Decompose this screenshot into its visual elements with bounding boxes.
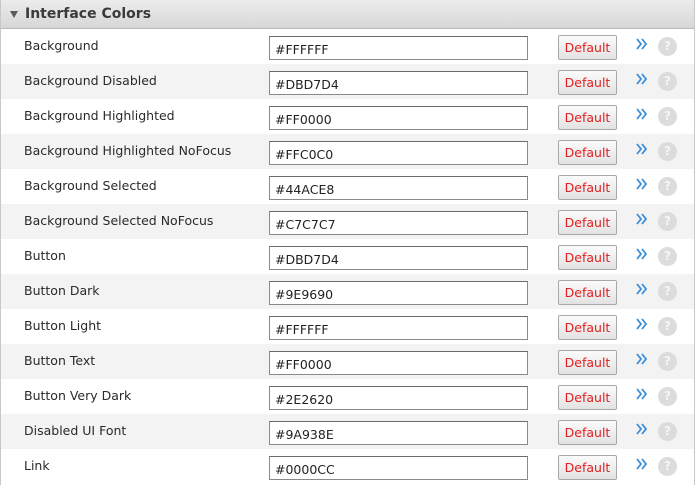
collapse-triangle-icon[interactable] xyxy=(10,10,18,18)
double-chevron-right-icon[interactable] xyxy=(635,387,649,401)
color-setting-row: Button Very Dark Default? xyxy=(1,379,694,414)
setting-label: Background Selected NoFocus xyxy=(24,213,214,228)
setting-label: Button Text xyxy=(24,353,96,368)
section-title: Interface Colors xyxy=(25,6,152,22)
double-chevron-right-icon[interactable] xyxy=(635,282,649,296)
color-setting-row: Button Dark Default? xyxy=(1,274,694,309)
setting-label: Background Highlighted NoFocus xyxy=(24,143,232,158)
double-chevron-right-icon[interactable] xyxy=(635,352,649,366)
question-mark-icon[interactable]: ? xyxy=(658,387,677,406)
default-button[interactable]: Default xyxy=(558,140,617,165)
question-mark-icon[interactable]: ? xyxy=(658,142,677,161)
question-mark-icon[interactable]: ? xyxy=(658,282,677,301)
color-settings-list: Background Default? Background Disabled Def… xyxy=(1,29,694,484)
color-value-input[interactable] xyxy=(269,141,528,165)
double-chevron-right-icon[interactable] xyxy=(635,317,649,331)
default-button[interactable]: Default xyxy=(558,315,617,340)
color-setting-row: Background Selected Default? xyxy=(1,169,694,204)
question-mark-icon[interactable]: ? xyxy=(658,247,677,266)
question-mark-icon[interactable]: ? xyxy=(658,317,677,336)
color-value-input[interactable] xyxy=(269,106,528,130)
interface-colors-panel: Interface Colors BackgroundDefault?Backg… xyxy=(0,0,695,485)
color-setting-row: Background Default? xyxy=(1,29,694,64)
color-value-input[interactable] xyxy=(269,211,528,235)
color-value-input[interactable] xyxy=(269,36,528,60)
color-value-input[interactable] xyxy=(269,176,528,200)
double-chevron-right-icon[interactable] xyxy=(635,212,649,226)
color-setting-row: Disabled UI Font Default? xyxy=(1,414,694,449)
setting-label: Button Very Dark xyxy=(24,388,132,403)
setting-label: Button xyxy=(24,248,66,263)
default-button[interactable]: Default xyxy=(558,385,617,410)
setting-label: Background xyxy=(24,38,99,53)
color-value-input[interactable] xyxy=(269,316,528,340)
default-button[interactable]: Default xyxy=(558,70,617,95)
setting-label: Background Disabled xyxy=(24,73,157,88)
default-button[interactable]: Default xyxy=(558,210,617,235)
setting-label: Button Dark xyxy=(24,283,100,298)
default-button[interactable]: Default xyxy=(558,175,617,200)
question-mark-icon[interactable]: ? xyxy=(658,352,677,371)
question-mark-icon[interactable]: ? xyxy=(658,37,677,56)
setting-label: Disabled UI Font xyxy=(24,423,127,438)
question-mark-icon[interactable]: ? xyxy=(658,422,677,441)
color-value-input[interactable] xyxy=(269,351,528,375)
color-setting-row: Button Light Default? xyxy=(1,309,694,344)
color-value-input[interactable] xyxy=(269,281,528,305)
double-chevron-right-icon[interactable] xyxy=(635,177,649,191)
default-button[interactable]: Default xyxy=(558,245,617,270)
color-setting-row: Link Default? xyxy=(1,449,694,484)
setting-label: Background Selected xyxy=(24,178,157,193)
double-chevron-right-icon[interactable] xyxy=(635,457,649,471)
double-chevron-right-icon[interactable] xyxy=(635,422,649,436)
color-value-input[interactable] xyxy=(269,246,528,270)
default-button[interactable]: Default xyxy=(558,35,617,60)
setting-label: Link xyxy=(24,458,50,473)
question-mark-icon[interactable]: ? xyxy=(658,107,677,126)
color-value-input[interactable] xyxy=(269,71,528,95)
color-setting-row: Background Highlighted NoFocus Default? xyxy=(1,134,694,169)
default-button[interactable]: Default xyxy=(558,455,617,480)
double-chevron-right-icon[interactable] xyxy=(635,142,649,156)
default-button[interactable]: Default xyxy=(558,350,617,375)
default-button[interactable]: Default xyxy=(558,420,617,445)
color-value-input[interactable] xyxy=(269,386,528,410)
question-mark-icon[interactable]: ? xyxy=(658,212,677,231)
color-setting-row: Background Highlighted Default? xyxy=(1,99,694,134)
question-mark-icon[interactable]: ? xyxy=(658,72,677,91)
double-chevron-right-icon[interactable] xyxy=(635,107,649,121)
question-mark-icon[interactable]: ? xyxy=(658,457,677,476)
section-header[interactable]: Interface Colors xyxy=(1,0,694,29)
color-setting-row: Button Default? xyxy=(1,239,694,274)
double-chevron-right-icon[interactable] xyxy=(635,72,649,86)
color-setting-row: Button Text Default? xyxy=(1,344,694,379)
color-setting-row: Background Selected NoFocus Default? xyxy=(1,204,694,239)
default-button[interactable]: Default xyxy=(558,105,617,130)
question-mark-icon[interactable]: ? xyxy=(658,177,677,196)
double-chevron-right-icon[interactable] xyxy=(635,37,649,51)
color-setting-row: Background Disabled Default? xyxy=(1,64,694,99)
color-value-input[interactable] xyxy=(269,421,528,445)
double-chevron-right-icon[interactable] xyxy=(635,247,649,261)
color-value-input[interactable] xyxy=(269,456,528,480)
setting-label: Button Light xyxy=(24,318,102,333)
default-button[interactable]: Default xyxy=(558,280,617,305)
setting-label: Background Highlighted xyxy=(24,108,175,123)
